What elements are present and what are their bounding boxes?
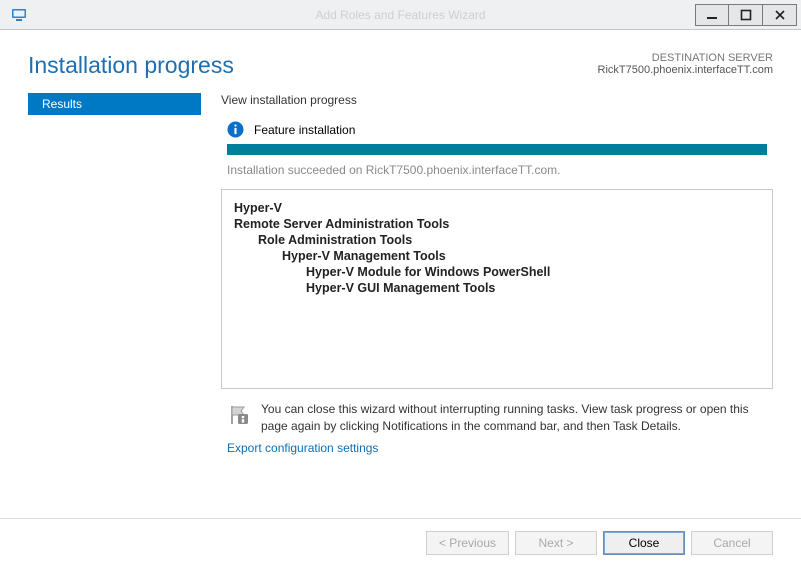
- feature-item: Hyper-V Module for Windows PowerShell: [306, 264, 760, 280]
- feature-item: Hyper-V GUI Management Tools: [306, 280, 760, 296]
- minimize-button[interactable]: [695, 4, 729, 26]
- server-manager-icon: [10, 6, 28, 24]
- maximize-button[interactable]: [729, 4, 763, 26]
- progress-bar: [227, 144, 767, 155]
- cancel-button: Cancel: [691, 531, 773, 555]
- close-wizard-button[interactable]: Close: [603, 531, 685, 555]
- wizard-content: Installation progress DESTINATION SERVER…: [0, 30, 801, 571]
- export-configuration-link[interactable]: Export configuration settings: [221, 439, 773, 461]
- close-note-text: You can close this wizard without interr…: [261, 401, 767, 435]
- features-list: Hyper-V Remote Server Administration Too…: [234, 200, 760, 296]
- status-message: Installation succeeded on RickT7500.phoe…: [221, 155, 773, 189]
- feature-item: Hyper-V: [234, 200, 760, 216]
- progress-bar-wrap: [221, 138, 773, 155]
- feature-item: Remote Server Administration Tools: [234, 216, 760, 232]
- page-title: Installation progress: [28, 52, 234, 79]
- feature-item: Role Administration Tools: [258, 232, 760, 248]
- status-row: Feature installation: [221, 121, 773, 138]
- wizard-main: View installation progress Feature insta…: [221, 93, 773, 518]
- previous-button: < Previous: [426, 531, 509, 555]
- close-button[interactable]: [763, 4, 797, 26]
- wizard-sidebar: Results: [28, 93, 201, 518]
- wizard-footer: < Previous Next > Close Cancel: [0, 518, 801, 571]
- installed-features-box: Hyper-V Remote Server Administration Too…: [221, 189, 773, 389]
- titlebar: Add Roles and Features Wizard: [0, 0, 801, 30]
- destination-info: DESTINATION SERVER RickT7500.phoenix.int…: [598, 52, 773, 79]
- sidebar-item-results[interactable]: Results: [28, 93, 201, 115]
- sidebar-item-label: Results: [42, 97, 82, 111]
- window-controls: [695, 4, 797, 26]
- destination-label: DESTINATION SERVER: [598, 52, 773, 64]
- info-icon: [227, 121, 244, 138]
- flag-icon: [227, 403, 251, 435]
- close-note: You can close this wizard without interr…: [221, 389, 773, 439]
- wizard-header: Installation progress DESTINATION SERVER…: [0, 30, 801, 93]
- next-button: Next >: [515, 531, 597, 555]
- destination-server: RickT7500.phoenix.interfaceTT.com: [598, 64, 773, 76]
- status-title: Feature installation: [254, 123, 355, 137]
- window-title: Add Roles and Features Wizard: [0, 8, 801, 22]
- feature-item: Hyper-V Management Tools: [282, 248, 760, 264]
- view-progress-label: View installation progress: [221, 93, 773, 107]
